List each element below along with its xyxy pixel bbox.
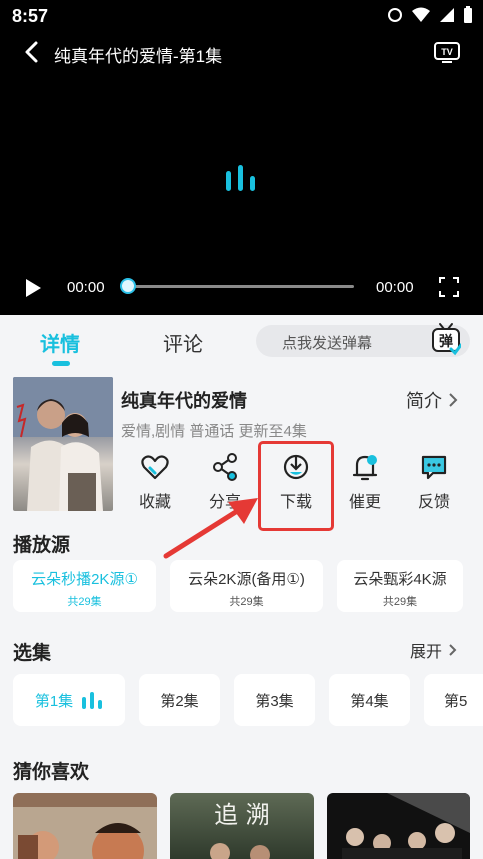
episode-card[interactable]: 第4集 [329,674,410,726]
episode-label: 第1集 [34,692,74,710]
source-name: 云朵2K源(备用①) [188,571,305,588]
source-name: 云朵甄彩4K源 [353,571,447,588]
feedback-button[interactable]: 反馈 [404,452,464,512]
episode-label: 第5 [444,692,468,710]
video-player[interactable]: 8:57 纯真年代的爱情-第1集 TV 00:00 00:00 [0,0,483,315]
recommendations-title: 猜你喜欢 [13,762,90,783]
episode-card[interactable]: 第3集 [234,674,315,726]
source-count: 共29集 [229,596,264,608]
danmaku-icon-label: 弹 [439,333,453,350]
tab-comments[interactable]: 评论 [163,328,203,357]
loading-bars-icon [226,165,255,191]
feedback-label: 反馈 [417,494,450,511]
show-poster[interactable] [13,377,113,511]
tab-detail[interactable]: 详情 [40,328,80,357]
progress-knob[interactable] [120,278,136,294]
annotation-arrow [163,498,258,559]
bell-icon [352,455,378,481]
sources-title: 播放源 [13,535,71,556]
feedback-icon [421,455,447,480]
playing-bars-icon [82,692,103,709]
intro-label: 简介 [406,391,442,411]
status-icons [387,6,473,24]
urge-update-button[interactable]: 催更 [335,452,395,512]
recommendation-card[interactable] [13,793,157,859]
progress-bar[interactable] [120,278,354,294]
source-card[interactable]: 云朵2K源(备用①) 共29集 [170,560,323,612]
source-card[interactable]: 云朵秒播2K源① 共29集 [13,560,156,612]
chevron-right-icon [449,393,458,407]
episode-label: 第3集 [255,692,294,710]
recommendation-art-text: 追 溯 [214,801,270,829]
back-icon[interactable] [20,40,44,64]
danmaku-placeholder: 点我发送弹幕 [282,335,373,352]
show-meta: 爱情,剧情 普通话 更新至4集 [121,423,307,440]
source-name: 云朵秒播2K源① [31,571,138,588]
show-title: 纯真年代的爱情 [121,391,247,411]
fullscreen-icon[interactable] [439,277,459,297]
tv-cast-icon[interactable]: TV [433,40,461,64]
episode-card[interactable]: 第1集 [13,674,125,726]
urge-update-label: 催更 [348,494,381,511]
episode-card[interactable]: 第5 [424,674,483,726]
chevron-right-icon [449,644,457,656]
danmaku-toggle-icon[interactable]: 弹 [431,322,461,356]
svg-text:TV: TV [441,47,453,57]
total-time: 00:00 [376,279,414,296]
episode-label: 第2集 [160,692,199,710]
expand-episodes-link[interactable]: 展开 [410,638,457,662]
status-time: 8:57 [12,6,49,26]
cell-signal-icon [440,8,454,22]
recommendation-card[interactable]: 追 溯 [170,793,314,859]
wifi-icon [412,7,430,22]
signal-dot-icon [388,8,402,22]
expand-label: 展开 [410,644,443,661]
video-title: 纯真年代的爱情-第1集 [54,47,223,66]
episode-label: 第4集 [350,692,389,710]
battery-icon [464,6,472,23]
recommendation-card[interactable] [327,793,470,859]
intro-link[interactable]: 简介 [406,387,458,413]
source-count: 共29集 [67,596,102,608]
episodes-title: 选集 [13,643,52,664]
play-icon[interactable] [24,278,42,298]
current-time: 00:00 [67,279,105,296]
episode-card[interactable]: 第2集 [139,674,220,726]
source-count: 共29集 [382,596,418,608]
source-card[interactable]: 云朵甄彩4K源 共29集 [337,560,463,612]
tab-indicator [52,361,70,366]
